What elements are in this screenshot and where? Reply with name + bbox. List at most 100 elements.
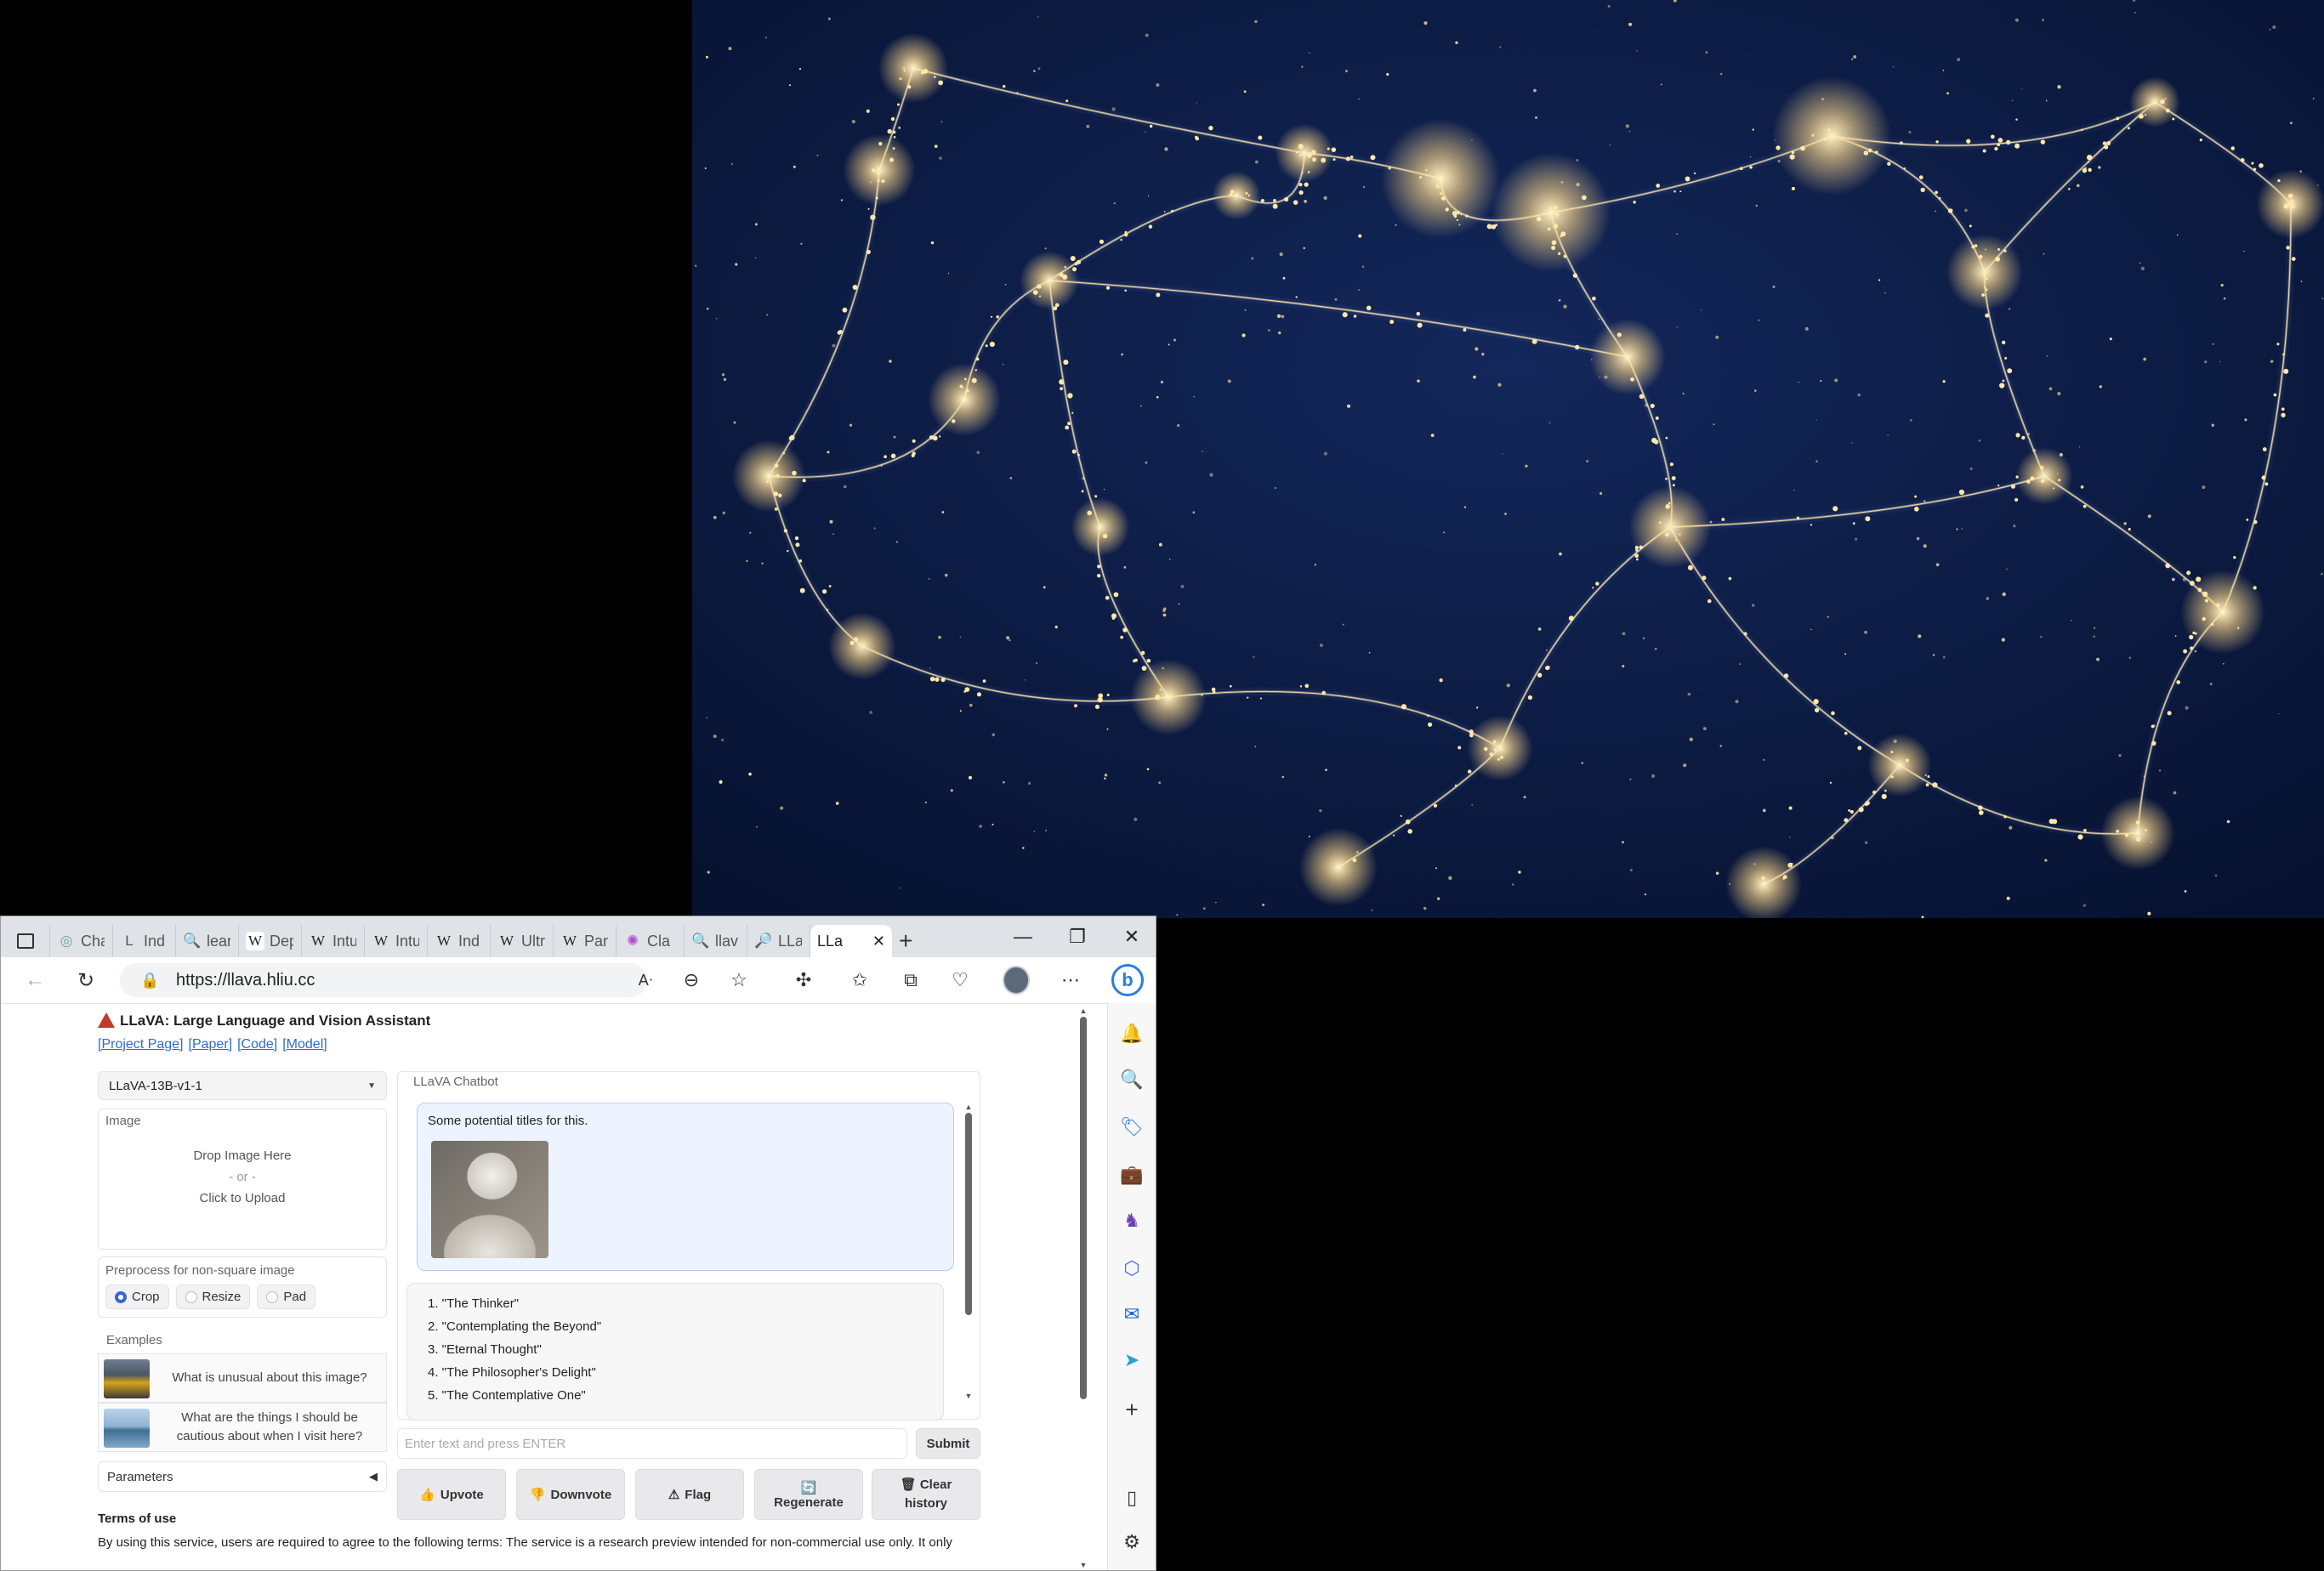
sidebar-settings-icon[interactable]: ⚙ bbox=[1118, 1528, 1145, 1556]
radio-crop[interactable]: Crop bbox=[105, 1285, 169, 1309]
model-link[interactable]: [Model] bbox=[282, 1037, 327, 1052]
flag-button[interactable]: ⚠ Flag bbox=[635, 1469, 744, 1520]
edge-sidebar: 🔔 🔍 🏷 💼 ♞ ⬡ ✉ ➤ + ▯ ⚙ bbox=[1107, 1003, 1156, 1570]
browser-tab[interactable]: L Ind bbox=[113, 925, 176, 957]
games-icon[interactable]: ♞ bbox=[1118, 1207, 1145, 1234]
galaxy-dot bbox=[989, 341, 995, 348]
parameters-accordion[interactable]: Parameters ◀ bbox=[98, 1461, 387, 1492]
minimize-button[interactable]: — bbox=[996, 916, 1050, 957]
project-page-link[interactable]: [Project Page] bbox=[98, 1037, 184, 1052]
scroll-down-arrow[interactable]: ▼ bbox=[964, 1392, 973, 1400]
galaxy-dot bbox=[1433, 803, 1438, 808]
radio-resize[interactable]: Resize bbox=[175, 1285, 251, 1309]
tools-briefcase-icon[interactable]: 💼 bbox=[1118, 1161, 1145, 1188]
copilot-icon[interactable]: b bbox=[1110, 962, 1145, 998]
star bbox=[1344, 70, 1348, 73]
star bbox=[1676, 233, 1679, 235]
galaxy-dot bbox=[876, 169, 881, 175]
image-upload-panel[interactable]: Image Drop Image Here - or - Click to Up… bbox=[98, 1109, 387, 1250]
star bbox=[902, 66, 906, 71]
browser-tab[interactable]: ◎ Cha bbox=[50, 925, 113, 957]
star bbox=[1763, 758, 1765, 761]
galaxy-dot bbox=[1634, 553, 1639, 559]
drop-icon[interactable]: ➤ bbox=[1118, 1347, 1145, 1374]
browser-tab[interactable]: ✺ Cla bbox=[617, 925, 685, 957]
favorites-icon[interactable]: ✩ bbox=[846, 967, 873, 993]
browser-tab[interactable]: W Intu bbox=[302, 925, 365, 957]
refresh-button[interactable]: ↻ bbox=[71, 966, 101, 995]
regenerate-button[interactable]: 🔄 Regenerate bbox=[754, 1469, 863, 1520]
galaxy-dot bbox=[1890, 751, 1894, 754]
tab-actions-button[interactable] bbox=[1, 925, 50, 957]
upvote-button[interactable]: 👍 Upvote bbox=[397, 1469, 506, 1520]
submit-button[interactable]: Submit bbox=[916, 1428, 980, 1459]
downvote-button[interactable]: 👎 Downvote bbox=[516, 1469, 625, 1520]
maximize-button[interactable]: ❐ bbox=[1050, 916, 1105, 957]
clear-history-button[interactable]: 🗑 Clear history bbox=[872, 1469, 980, 1520]
chat-scrollbar[interactable]: ▲ ▼ bbox=[964, 1103, 973, 1400]
close-tab-icon[interactable]: ✕ bbox=[872, 933, 885, 950]
notifications-icon[interactable]: 🔔 bbox=[1118, 1020, 1145, 1047]
browser-tab[interactable]: W Ind bbox=[428, 925, 491, 957]
model-select[interactable]: LLaVA-13B-v1-1 ▼ bbox=[98, 1071, 387, 1100]
back-button[interactable]: ← bbox=[20, 966, 50, 995]
galaxy-dot bbox=[1230, 190, 1235, 194]
star bbox=[1443, 531, 1446, 534]
example-row[interactable]: What is unusual about this image? bbox=[98, 1353, 387, 1403]
browser-tab[interactable]: W Ultr bbox=[491, 925, 554, 957]
read-aloud-icon[interactable]: Aᐧ bbox=[632, 967, 659, 993]
more-menu-icon[interactable]: ⋯ bbox=[1057, 967, 1084, 993]
code-link[interactable]: [Code] bbox=[237, 1037, 277, 1052]
paper-link[interactable]: [Paper] bbox=[189, 1037, 233, 1052]
browser-tab[interactable]: 🔍 lear bbox=[176, 925, 239, 957]
active-tab[interactable]: LLa ✕ bbox=[810, 925, 892, 957]
page-scroll-down[interactable]: ▼ bbox=[1076, 1561, 1091, 1569]
new-tab-button[interactable]: + bbox=[892, 925, 938, 957]
star bbox=[1815, 460, 1818, 462]
zoom-out-icon[interactable]: ⊖ bbox=[678, 967, 705, 993]
browser-essentials-icon[interactable]: ♡ bbox=[946, 967, 974, 993]
extensions-icon[interactable]: ✣ bbox=[790, 967, 817, 993]
microsoft365-icon[interactable]: ⬡ bbox=[1118, 1255, 1145, 1282]
radio-pad[interactable]: Pad bbox=[257, 1285, 316, 1309]
browser-tab[interactable]: 🔎 LLa bbox=[747, 925, 810, 957]
scroll-up-arrow[interactable]: ▲ bbox=[964, 1103, 973, 1111]
url-field[interactable]: 🔒 https://llava.hliu.cc bbox=[120, 963, 647, 997]
browser-tab[interactable]: W Intu bbox=[365, 925, 428, 957]
galaxy-dot bbox=[1668, 525, 1672, 530]
profile-avatar[interactable] bbox=[1003, 966, 1030, 995]
galaxy-dot bbox=[2167, 711, 2172, 716]
star bbox=[2223, 297, 2226, 300]
galaxy-dot bbox=[787, 549, 789, 553]
star bbox=[1417, 379, 1420, 383]
star bbox=[1202, 907, 1206, 910]
galaxy-dot bbox=[1037, 284, 1042, 289]
page-scrollbar[interactable]: ▲ ▼ bbox=[1076, 1007, 1091, 1570]
page-scroll-up[interactable]: ▲ bbox=[1076, 1007, 1091, 1015]
close-window-button[interactable]: ✕ bbox=[1105, 916, 1156, 957]
add-sidebar-app-icon[interactable]: + bbox=[1118, 1396, 1145, 1423]
star bbox=[1209, 473, 1213, 477]
galaxy-dot bbox=[774, 463, 779, 468]
scroll-thumb[interactable] bbox=[965, 1113, 972, 1315]
browser-tab[interactable]: W Pan bbox=[554, 925, 617, 957]
star bbox=[1193, 395, 1195, 398]
star bbox=[1006, 636, 1010, 640]
page-scroll-thumb[interactable] bbox=[1080, 1017, 1087, 1399]
favorite-star-icon[interactable]: ☆ bbox=[725, 967, 753, 993]
star bbox=[1145, 33, 1149, 37]
shopping-tag-icon[interactable]: 🏷 bbox=[1118, 1114, 1145, 1141]
browser-tab[interactable]: W Dep bbox=[239, 925, 302, 957]
star bbox=[1749, 156, 1752, 158]
outlook-icon[interactable]: ✉ bbox=[1118, 1301, 1145, 1328]
click-to-upload-text: Click to Upload bbox=[199, 1191, 286, 1205]
tab-actions-icon bbox=[16, 933, 34, 949]
star bbox=[1178, 603, 1180, 605]
galaxy-dot bbox=[1113, 592, 1119, 598]
message-input[interactable]: Enter text and press ENTER bbox=[397, 1428, 907, 1459]
hide-sidebar-icon[interactable]: ▯ bbox=[1118, 1484, 1145, 1511]
sidebar-search-icon[interactable]: 🔍 bbox=[1118, 1066, 1145, 1093]
collections-icon[interactable]: ⧉ bbox=[897, 967, 924, 993]
browser-tab[interactable]: 🔍 llav bbox=[685, 925, 747, 957]
example-row[interactable]: What are the things I should be cautious… bbox=[98, 1403, 387, 1452]
